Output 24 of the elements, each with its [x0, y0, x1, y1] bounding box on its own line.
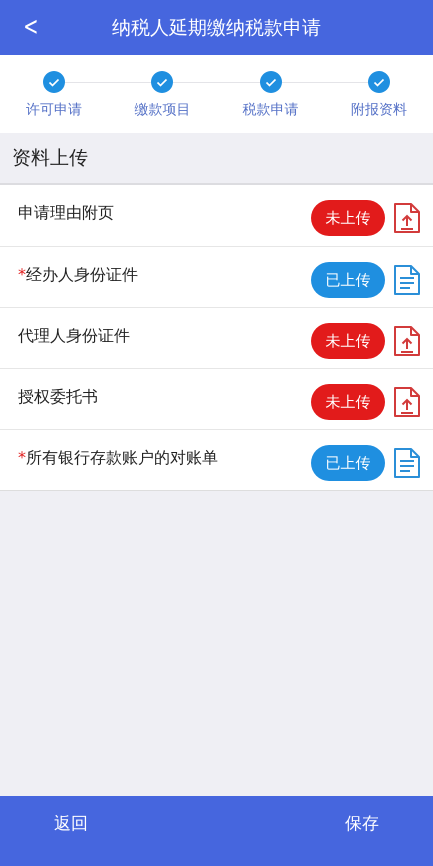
upload-status: 已上传	[311, 445, 385, 481]
upload-status: 已上传	[311, 262, 385, 298]
section-title: 资料上传	[12, 146, 88, 171]
step-label[interactable]: 税款申请	[242, 101, 299, 119]
document-icon[interactable]	[393, 447, 421, 479]
back-button[interactable]: <	[19, 12, 43, 42]
document-name: 授权委托书	[18, 386, 99, 408]
upload-status: 未上传	[311, 384, 385, 420]
document-icon[interactable]	[393, 264, 421, 296]
step-label[interactable]: 许可申请	[26, 101, 82, 119]
document-name: 代理人身份证件	[18, 325, 131, 347]
document-name: *经办人身份证件	[18, 264, 139, 286]
upload-file-icon[interactable]	[393, 202, 421, 234]
back-text-button[interactable]: 返回	[40, 808, 102, 839]
upload-status: 未上传	[311, 323, 385, 359]
upload-status: 未上传	[311, 200, 385, 236]
step-label[interactable]: 缴款项目	[134, 101, 190, 119]
document-name: 申请理由附页	[18, 202, 115, 224]
page-title: 纳税人延期缴纳税款申请	[112, 16, 321, 40]
save-button[interactable]: 保存	[331, 808, 393, 839]
upload-file-icon[interactable]	[393, 325, 421, 357]
step-label[interactable]: 附报资料	[350, 101, 407, 119]
document-name: *所有银行存款账户的对账单	[18, 447, 218, 469]
upload-file-icon[interactable]	[393, 386, 421, 418]
